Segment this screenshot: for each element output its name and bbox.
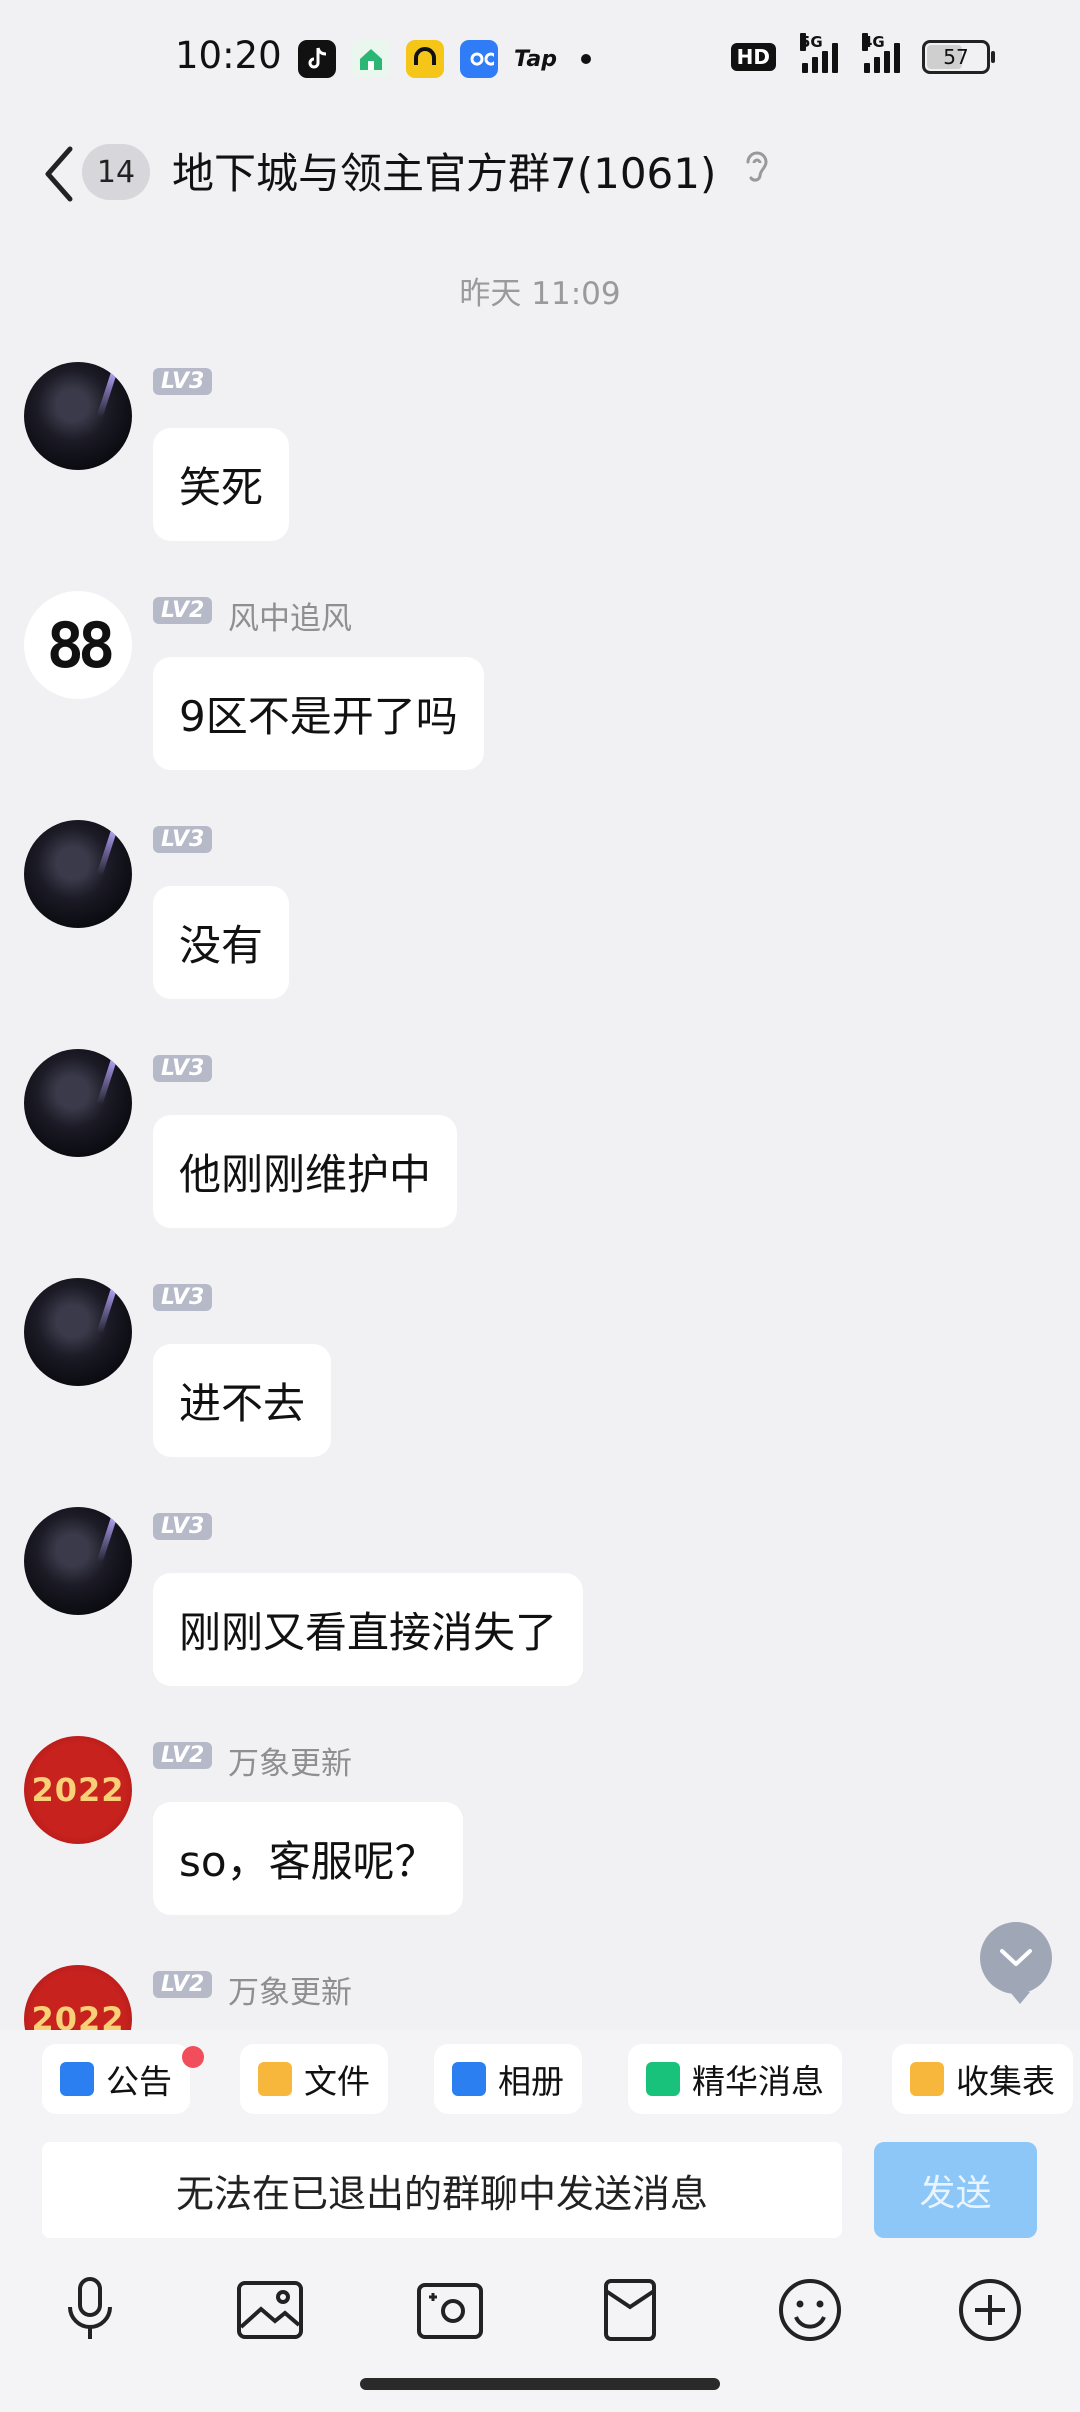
group-quick-bar: 公告 文件 相册 精华消息 收集表 [0, 2044, 1080, 2116]
level-badge: LV3 [153, 1284, 213, 1311]
essence-messages-chip[interactable]: 精华消息 [628, 2044, 842, 2114]
level-badge: LV3 [153, 368, 213, 395]
collection-form-chip[interactable]: 收集表 [892, 2044, 1073, 2114]
level-badge: LV3 [153, 1055, 213, 1082]
car-app-icon [406, 40, 444, 78]
new-announcement-dot [182, 2046, 204, 2068]
red-packet-icon[interactable] [590, 2270, 670, 2350]
composer: 无法在已退出的群聊中发送消息 发送 [0, 2142, 1080, 2242]
taptap-icon: Tap [514, 46, 557, 72]
message-bubble[interactable]: so，客服呢？ [153, 1802, 463, 1915]
signal-4g-icon: 4G [860, 33, 900, 73]
message-bubble[interactable]: 没有 [153, 886, 290, 999]
home-app-icon [352, 40, 390, 78]
folder-icon [258, 2062, 292, 2096]
chat-header: 14 地下城与领主官方群7(1061) [0, 120, 1080, 230]
avatar[interactable]: 2022 [24, 1965, 132, 2030]
level-badge: LV2 [153, 1742, 213, 1769]
hd-voice-icon: HD [730, 43, 776, 71]
essence-icon [646, 2062, 680, 2096]
avatar[interactable] [24, 1049, 132, 1157]
avatar[interactable] [24, 362, 132, 470]
plus-icon[interactable] [950, 2270, 1030, 2350]
message-item: 2022 LV2 万象更新 [0, 1965, 1080, 2030]
avatar[interactable] [24, 820, 132, 928]
home-indicator[interactable] [360, 2378, 720, 2390]
announcement-chip[interactable]: 公告 [42, 2044, 190, 2114]
status-time: 10:20 [175, 34, 282, 77]
battery-level: 57 [943, 45, 969, 69]
avatar[interactable] [24, 1278, 132, 1386]
album-icon [452, 2062, 486, 2096]
infinity-app-icon [460, 40, 498, 78]
sender-nickname[interactable]: 万象更新 [228, 1967, 352, 2012]
more-notifications-dot [581, 54, 591, 64]
emoji-icon[interactable] [770, 2270, 850, 2350]
files-chip[interactable]: 文件 [240, 2044, 388, 2114]
level-badge: LV2 [153, 597, 213, 624]
level-badge: LV2 [153, 1971, 213, 1998]
scroll-to-bottom-button[interactable] [980, 1922, 1052, 2004]
form-icon [910, 2062, 944, 2096]
ear-mode-icon[interactable] [742, 148, 772, 192]
message-bubble[interactable]: 9区不是开了吗 [153, 657, 484, 770]
status-bar: 10:20 Tap HD 5G 4G 57 [0, 0, 1080, 120]
album-chip[interactable]: 相册 [434, 2044, 582, 2114]
camera-icon[interactable] [410, 2270, 490, 2350]
back-button[interactable] [34, 134, 84, 214]
sender-nickname[interactable]: 风中追风 [228, 593, 352, 638]
microphone-icon[interactable] [50, 2270, 130, 2350]
group-title[interactable]: 地下城与领主官方群7(1061) [172, 140, 716, 201]
battery-icon: 57 [922, 40, 995, 74]
avatar[interactable]: 88 [24, 591, 132, 699]
message-timestamp: 昨天 11:09 [459, 276, 621, 312]
level-badge: LV3 [153, 1513, 213, 1540]
message-bubble[interactable]: 进不去 [153, 1344, 332, 1457]
message-bubble[interactable]: 笑死 [153, 428, 290, 541]
level-badge: LV3 [153, 826, 213, 853]
avatar[interactable] [24, 1507, 132, 1615]
avatar[interactable]: 2022 [24, 1736, 132, 1844]
chevron-left-icon [45, 146, 73, 202]
system-icons: HD 5G 4G 57 [730, 33, 995, 74]
notification-app-icons: Tap [298, 40, 591, 78]
send-button: 发送 [874, 2142, 1037, 2238]
chevron-down-icon [1000, 1949, 1032, 1966]
message-bubble[interactable]: 他刚刚维护中 [153, 1115, 458, 1228]
sender-nickname[interactable]: 万象更新 [228, 1738, 352, 1783]
unread-count-badge[interactable]: 14 [82, 144, 150, 200]
message-input: 无法在已退出的群聊中发送消息 [42, 2142, 842, 2238]
signal-5g-icon: 5G [798, 33, 838, 73]
image-icon[interactable] [230, 2270, 310, 2350]
bottom-panel: 公告 文件 相册 精华消息 收集表 无法在已退出的群聊中发送消息 发送 [0, 2030, 1080, 2412]
tiktok-icon [298, 40, 336, 78]
announcement-icon [60, 2062, 94, 2096]
message-bubble[interactable]: 刚刚又看直接消失了 [153, 1573, 584, 1686]
composer-toolbar [0, 2270, 1080, 2350]
